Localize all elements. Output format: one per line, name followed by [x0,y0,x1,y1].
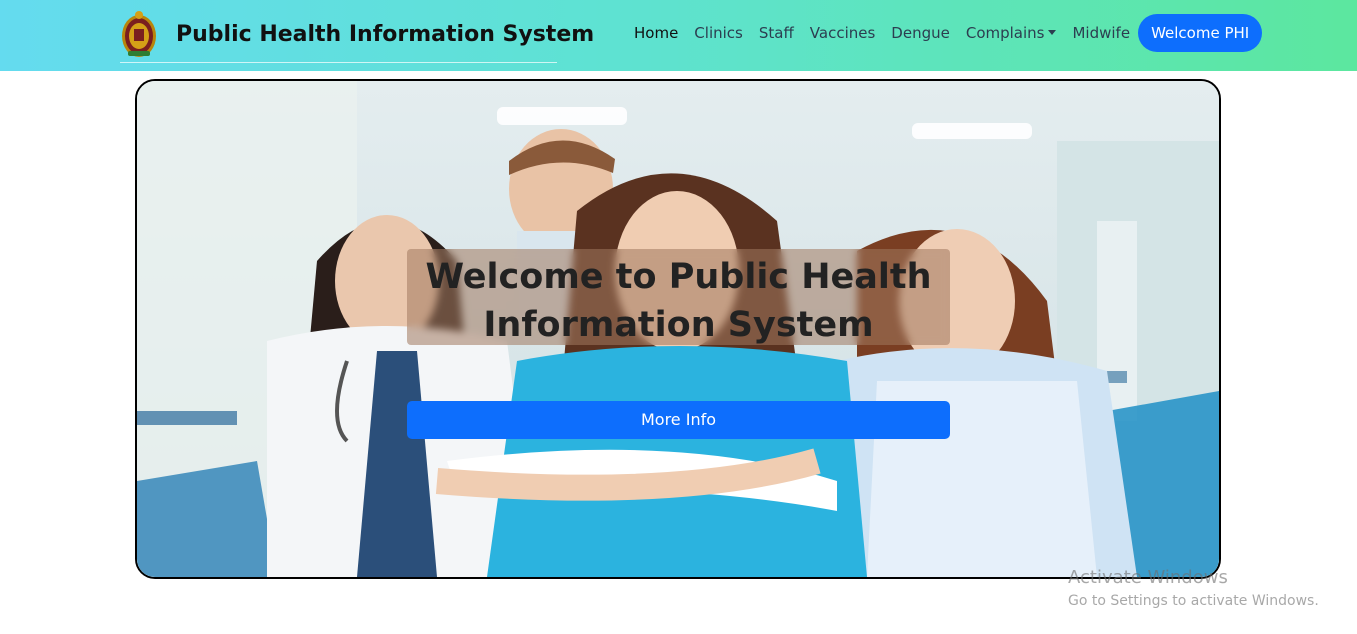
main-nav: Home Clinics Staff Vaccines Dengue Compl… [626,14,1263,52]
hero-banner: Welcome to Public Health Information Sys… [135,79,1221,579]
brand-divider [120,62,557,63]
nav-clinics[interactable]: Clinics [686,14,751,52]
caret-down-icon [1048,30,1057,35]
site-title: Public Health Information System [176,21,595,47]
top-navbar: Public Health Information System Home Cl… [0,0,1357,71]
activate-windows-watermark: Activate Windows Go to Settings to activ… [1068,566,1319,612]
nav-complains-label: Complains [965,24,1045,42]
more-info-button[interactable]: More Info [407,401,950,439]
hero-heading: Welcome to Public Health Information Sys… [425,257,932,345]
sri-lanka-emblem-icon [122,11,156,57]
welcome-user-button[interactable]: Welcome PHI [1138,14,1263,52]
watermark-subtitle: Go to Settings to activate Windows. [1068,593,1319,609]
nav-midwife[interactable]: Midwife [1064,14,1138,52]
nav-staff[interactable]: Staff [751,14,802,52]
watermark-title: Activate Windows [1068,567,1228,588]
nav-vaccines[interactable]: Vaccines [802,14,884,52]
nav-home[interactable]: Home [626,14,686,52]
nav-dengue[interactable]: Dengue [883,14,958,52]
nav-complains-dropdown[interactable]: Complains [958,14,1065,52]
brand-link[interactable]: Public Health Information System [120,6,594,62]
